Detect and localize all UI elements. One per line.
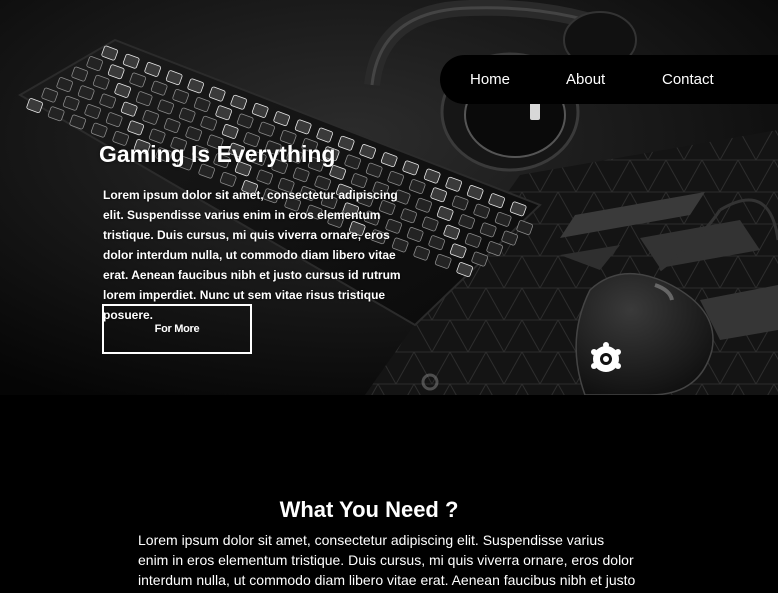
top-navigation: Home About Contact bbox=[440, 55, 778, 104]
nav-home-link[interactable]: Home bbox=[470, 71, 510, 88]
nav-contact-link[interactable]: Contact bbox=[662, 71, 714, 88]
hero-title: Gaming Is Everything bbox=[99, 141, 336, 167]
hero-section: Home About Contact Gaming Is Everything … bbox=[0, 0, 778, 395]
for-more-button[interactable]: For More bbox=[102, 304, 252, 354]
page: Home About Contact Gaming Is Everything … bbox=[0, 0, 778, 593]
nav-about-link[interactable]: About bbox=[566, 71, 605, 88]
section-title: What You Need ? bbox=[279, 497, 459, 522]
section-description: Lorem ipsum dolor sit amet, consectetur … bbox=[138, 532, 636, 588]
